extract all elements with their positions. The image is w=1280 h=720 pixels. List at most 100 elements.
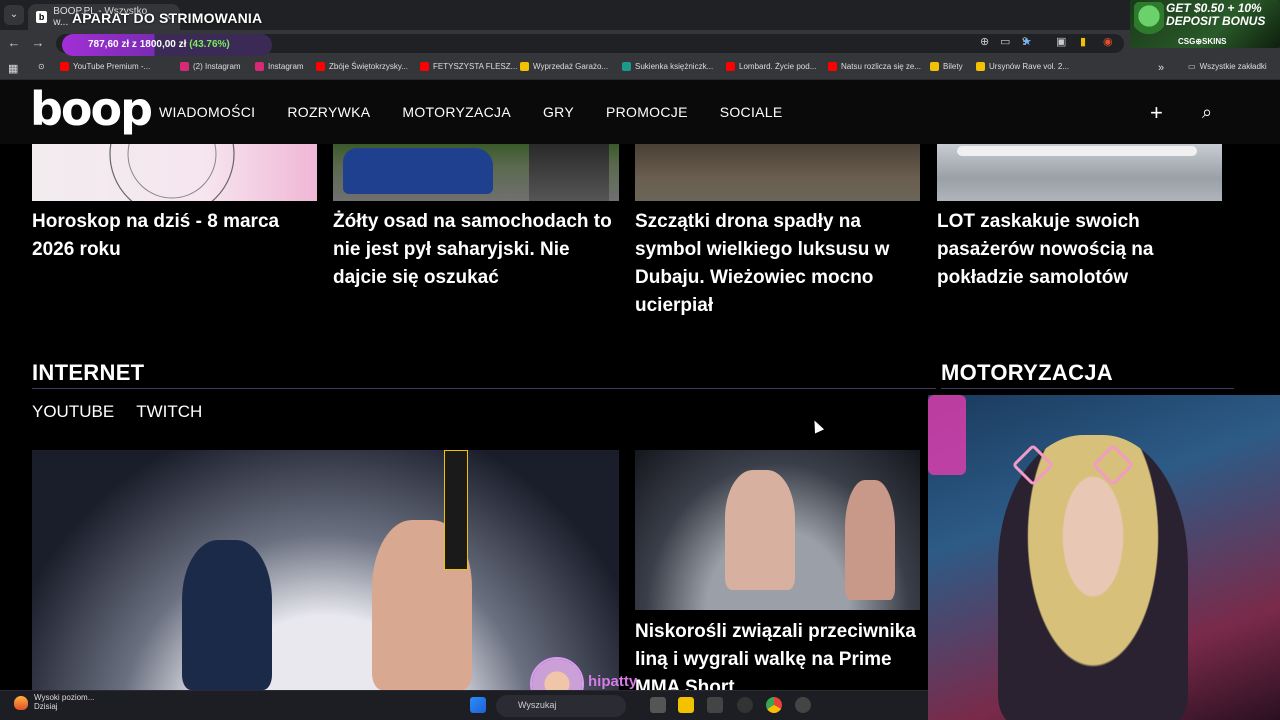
- search-placeholder: Wyszukaj: [518, 700, 557, 710]
- fighter-left-shape: [182, 540, 272, 690]
- mma-group-image[interactable]: [635, 450, 920, 610]
- donation-goal-percent: (43.76%): [189, 39, 230, 50]
- donation-goal-text: 787,60 zł z 1800,00 zł: [88, 39, 187, 50]
- main-nav: WIADOMOŚCI ROZRYWKA MOTORYZACJA GRY PROMOCJE…: [159, 104, 783, 120]
- bookmark-label: Zbóje Świętokrzysky...: [329, 62, 408, 71]
- all-bookmarks[interactable]: ▭ Wszystkie zakładki: [1188, 62, 1267, 71]
- bookmark-item[interactable]: Zbóje Świętokrzysky...: [316, 62, 408, 71]
- horoscope-image[interactable]: [32, 144, 317, 217]
- bookmark-label: Bilety: [943, 62, 963, 71]
- bookmark-item[interactable]: FETYSZYSTA FLESZ...: [420, 62, 517, 71]
- card-title-horoscope[interactable]: Horoskop na dziś - 8 marca 2026 roku: [32, 208, 317, 264]
- store-icon[interactable]: [707, 697, 723, 713]
- bookmark-item[interactable]: Ursynów Rave vol. 2...: [976, 62, 1069, 71]
- fighter-shape: [725, 470, 795, 590]
- bookmark-globe-icon[interactable]: ⊙: [38, 62, 45, 71]
- bookmark-item[interactable]: Sukienka księżniczk...: [622, 62, 713, 71]
- bookmarks-overflow-icon[interactable]: »: [1158, 62, 1164, 74]
- bookmark-favicon-icon: [930, 62, 939, 71]
- blue-car-shape: [343, 148, 493, 194]
- promo-line-2: DEPOSIT BONUS: [1166, 14, 1266, 28]
- bookmark-item[interactable]: Bilety: [930, 62, 963, 71]
- bookmarks-bar: ▦ ⊙ » ▭ Wszystkie zakładki YouTube Premi…: [0, 56, 1280, 80]
- airplane-shape: [957, 146, 1197, 156]
- bookmark-favicon-icon: [726, 62, 735, 71]
- bookmark-favicon-icon: [316, 62, 325, 71]
- bookmark-label: (2) Instagram: [193, 62, 241, 71]
- file-explorer-icon[interactable]: [678, 697, 694, 713]
- bookmark-item[interactable]: YouTube Premium -...: [60, 62, 150, 71]
- site-header: boop WIADOMOŚCI ROZRYWKA MOTORYZACJA GRY PRO…: [0, 80, 1280, 144]
- search-icon[interactable]: ⌕: [1202, 102, 1212, 123]
- taskbar-notification[interactable]: Wysoki poziom... Dzisiaj: [14, 693, 94, 711]
- bookmark-item[interactable]: Instagram: [255, 62, 304, 71]
- tab-search-button[interactable]: ⌄: [4, 5, 24, 25]
- zodiac-wheel-icon: [109, 144, 235, 217]
- boop-logo[interactable]: boop: [30, 86, 153, 132]
- section-divider: [32, 388, 936, 389]
- card-title-drone-dubai[interactable]: Szczątki drona spadły na symbol wielkieg…: [635, 208, 920, 320]
- car-image[interactable]: [333, 144, 619, 201]
- fortuna-banner: [444, 450, 468, 570]
- subtab-youtube[interactable]: YOUTUBE: [32, 402, 114, 422]
- nav-item[interactable]: SOCIALE: [720, 104, 783, 120]
- extension-icon[interactable]: ▣: [1056, 35, 1066, 48]
- section-motoryzacja-heading[interactable]: MOTORYZACJA: [941, 360, 1113, 386]
- bookmark-favicon-icon: [180, 62, 189, 71]
- section-internet-heading[interactable]: INTERNET: [32, 360, 144, 386]
- extension-q-icon[interactable]: ◉: [1103, 35, 1113, 48]
- internet-subtabs: YOUTUBE TWITCH: [32, 402, 202, 422]
- bookmark-label: Wyprzedaż Garażo...: [533, 62, 609, 71]
- card-title-niskorosli[interactable]: Niskorośli związali przeciwnika liną i w…: [635, 618, 920, 690]
- person-shape: [529, 144, 609, 201]
- apps-grid-icon[interactable]: ▦: [8, 62, 18, 75]
- nav-item[interactable]: PROMOCJE: [606, 104, 688, 120]
- bookmark-star-icon[interactable]: ★: [1022, 35, 1032, 48]
- windows-start-icon[interactable]: [470, 697, 486, 713]
- nav-item[interactable]: ROZRYWKA: [287, 104, 370, 120]
- extension-l-icon[interactable]: ▮: [1080, 35, 1086, 48]
- promo-banner[interactable]: GET $0.50 + 10% DEPOSIT BONUS CSG⊕SKINS: [1130, 0, 1280, 48]
- bookmark-favicon-icon: [255, 62, 264, 71]
- microphone-light: [928, 395, 966, 475]
- streamer-username: hipatty: [588, 673, 638, 690]
- plus-icon[interactable]: +: [1150, 100, 1163, 126]
- nav-item[interactable]: MOTORYZACJA: [402, 104, 511, 120]
- cast-icon[interactable]: ▭: [1000, 35, 1010, 48]
- back-arrow-icon[interactable]: ←: [6, 35, 22, 50]
- bookmark-favicon-icon: [420, 62, 429, 71]
- bookmark-label: YouTube Premium -...: [73, 62, 151, 71]
- bookmark-item[interactable]: Wyprzedaż Garażo...: [520, 62, 608, 71]
- promo-brand: CSG⊕SKINS: [1178, 37, 1227, 46]
- bookmark-item[interactable]: Lombard. Życie pod...: [726, 62, 816, 71]
- card-title-yellow-dust[interactable]: Żółty osad na samochodach to nie jest py…: [333, 208, 618, 292]
- mma-fight-image[interactable]: [32, 450, 619, 690]
- taskbar-search-input[interactable]: Wyszukaj: [496, 695, 626, 717]
- zoom-icon[interactable]: ⊕: [980, 35, 989, 48]
- folder-icon: ▭: [1188, 62, 1196, 71]
- bookmark-item[interactable]: Natsu rozlicza się ze...: [828, 62, 921, 71]
- forward-arrow-icon[interactable]: →: [30, 35, 46, 50]
- nav-item[interactable]: GRY: [543, 104, 574, 120]
- bookmark-label: Ursynów Rave vol. 2...: [989, 62, 1070, 71]
- bookmark-item[interactable]: (2) Instagram: [180, 62, 241, 71]
- fighter-shape-2: [845, 480, 895, 600]
- bookmark-favicon-icon: [828, 62, 837, 71]
- card-title-lot[interactable]: LOT zaskakuje swoich pasażerów nowością …: [937, 208, 1222, 292]
- task-view-icon[interactable]: [650, 697, 666, 713]
- subtab-twitch[interactable]: TWITCH: [136, 402, 202, 422]
- chrome-icon[interactable]: [766, 697, 782, 713]
- boop-favicon-icon: b: [36, 11, 48, 23]
- webcam-overlay: [928, 395, 1280, 720]
- notification-subtitle: Dzisiaj: [34, 702, 58, 711]
- promo-mascot-icon: [1134, 2, 1164, 42]
- drone-building-image[interactable]: [635, 144, 920, 201]
- bookmark-label: FETYSZYSTA FLESZ...: [433, 62, 518, 71]
- notification-title: Wysoki poziom...: [34, 693, 95, 702]
- airplane-image[interactable]: [937, 144, 1222, 201]
- nav-item[interactable]: WIADOMOŚCI: [159, 104, 255, 120]
- settings-gear-icon[interactable]: [795, 697, 811, 713]
- steam-icon[interactable]: [737, 697, 753, 713]
- bookmark-label: Instagram: [268, 62, 304, 71]
- bookmark-label: Sukienka księżniczk...: [635, 62, 714, 71]
